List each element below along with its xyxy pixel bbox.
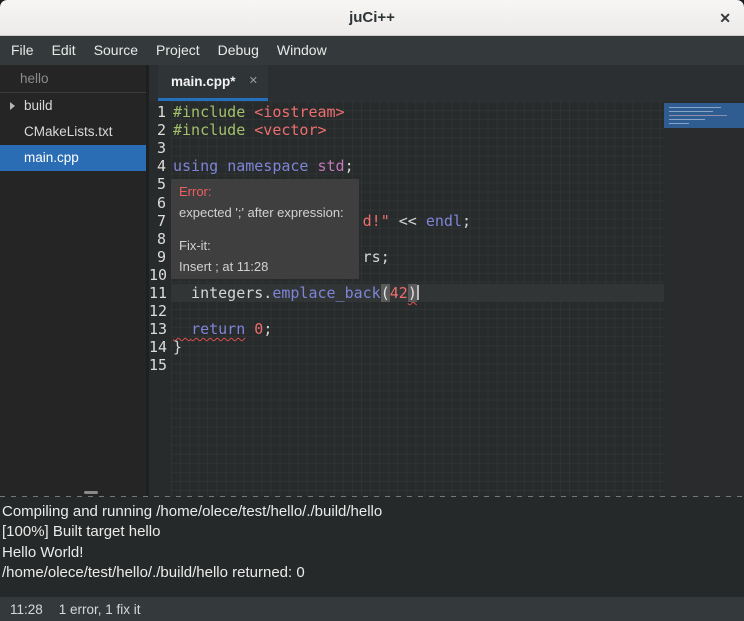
code-line[interactable]: integers.emplace_back(42) (171, 284, 419, 302)
expander-icon[interactable] (10, 102, 15, 110)
window-title: juCi++ (0, 0, 744, 36)
code-token: } (173, 338, 182, 356)
output-line: Compiling and running /home/olece/test/h… (2, 502, 744, 522)
sidebar-item-label: main.cpp (24, 145, 79, 171)
cursor-position: 11:28 (10, 602, 43, 617)
tooltip-error-text: expected ';' after expression: (179, 205, 351, 220)
code-token: <iostream> (254, 103, 344, 121)
line-number: 14 (149, 338, 166, 356)
main-area: hello buildCMakeLists.txtmain.cpp main.c… (0, 65, 744, 497)
line-number: 4 (149, 157, 166, 175)
line-number: 15 (149, 356, 166, 374)
tooltip-fixit-text: Insert ; at 11:28 (179, 259, 351, 274)
code-line[interactable]: #include <vector> (171, 121, 327, 139)
pane-resize-grip[interactable] (84, 491, 98, 494)
sidebar-item-label: build (24, 93, 53, 119)
line-number: 9 (149, 248, 166, 266)
line-number: 2 (149, 121, 166, 139)
overview-map[interactable] (664, 101, 744, 497)
output-line: /home/olece/test/hello/./build/hello ret… (2, 563, 744, 583)
menubar: FileEditSourceProjectDebugWindow (0, 36, 744, 65)
code-token: #include (173, 103, 254, 121)
code-token: << (390, 212, 426, 230)
code-token: emplace_back (272, 284, 380, 302)
tab-bar: main.cpp* ✕ (149, 65, 744, 101)
code-editor[interactable]: 1#include <iostream>2#include <vector>34… (149, 101, 744, 497)
overview-visible-region[interactable] (664, 103, 744, 128)
menu-item-window[interactable]: Window (268, 36, 336, 65)
code-line[interactable]: using namespace std; (171, 157, 354, 175)
text-cursor (417, 285, 419, 300)
menu-item-edit[interactable]: Edit (43, 36, 85, 65)
diagnostic-tooltip: Error: expected ';' after expression: Fi… (171, 179, 359, 279)
line-number: 8 (149, 230, 166, 248)
code-line[interactable]: } (171, 338, 182, 356)
code-token: return (191, 320, 245, 338)
code-token (245, 320, 254, 338)
line-number: 3 (149, 139, 166, 157)
line-number: 5 (149, 175, 166, 193)
titlebar: juCi++ ✕ (0, 0, 744, 36)
code-token: endl (426, 212, 462, 230)
code-token: #include (173, 121, 254, 139)
tab-close-icon[interactable]: ✕ (249, 65, 258, 98)
code-token: ; (345, 157, 354, 175)
sidebar-item-main-cpp[interactable]: main.cpp (0, 145, 146, 171)
diagnostics-summary: 1 error, 1 fix it (59, 602, 141, 617)
file-tree-sidebar: hello buildCMakeLists.txtmain.cpp (0, 65, 146, 497)
close-icon[interactable]: ✕ (719, 0, 731, 36)
line-number: 12 (149, 302, 166, 320)
code-token: ; (462, 212, 471, 230)
code-line[interactable] (171, 302, 173, 320)
tab-label: main.cpp* (171, 65, 236, 98)
output-line: [100%] Built target hello (2, 522, 744, 542)
tab-main-cpp[interactable]: main.cpp* ✕ (158, 65, 268, 101)
line-number: 1 (149, 103, 166, 121)
sidebar-item-build[interactable]: build (0, 93, 146, 119)
code-token (173, 320, 191, 338)
status-bar: 11:28 1 error, 1 fix it (0, 597, 744, 621)
code-token: integers. (173, 284, 272, 302)
code-line[interactable] (171, 356, 173, 374)
line-number: 10 (149, 266, 166, 284)
tooltip-error-label: Error: (179, 184, 351, 199)
code-token: ; (263, 320, 272, 338)
code-line[interactable]: #include <iostream> (171, 103, 345, 121)
terminal-output-panel[interactable]: Compiling and running /home/olece/test/h… (0, 497, 744, 597)
menu-item-project[interactable]: Project (147, 36, 209, 65)
code-token: namespace (227, 157, 308, 175)
code-token: d!" (363, 212, 390, 230)
code-line[interactable] (171, 139, 173, 157)
menu-item-source[interactable]: Source (85, 36, 147, 65)
code-token: 42 (390, 284, 408, 302)
code-line[interactable]: return 0; (171, 320, 272, 338)
sidebar-item-label: CMakeLists.txt (24, 119, 113, 145)
line-number: 6 (149, 194, 166, 212)
menu-item-file[interactable]: File (2, 36, 43, 65)
project-name: hello (0, 65, 146, 93)
line-number: 7 (149, 212, 166, 230)
sidebar-item-cmakelists-txt[interactable]: CMakeLists.txt (0, 119, 146, 145)
output-line: Hello World! (2, 543, 744, 563)
line-number: 11 (149, 284, 166, 302)
code-token: 0 (254, 320, 263, 338)
code-token: rs; (363, 248, 390, 266)
code-token (308, 157, 317, 175)
code-token: using (173, 157, 218, 175)
code-token: <vector> (254, 121, 326, 139)
menu-item-debug[interactable]: Debug (209, 36, 268, 65)
code-token: ) (408, 284, 417, 302)
line-number: 13 (149, 320, 166, 338)
code-token: std (318, 157, 345, 175)
file-tree: buildCMakeLists.txtmain.cpp (0, 93, 146, 171)
code-token: ( (381, 284, 390, 302)
code-token (218, 157, 227, 175)
juci-window: juCi++ ✕ FileEditSourceProjectDebugWindo… (0, 0, 744, 621)
tooltip-fixit-label: Fix-it: (179, 238, 351, 253)
